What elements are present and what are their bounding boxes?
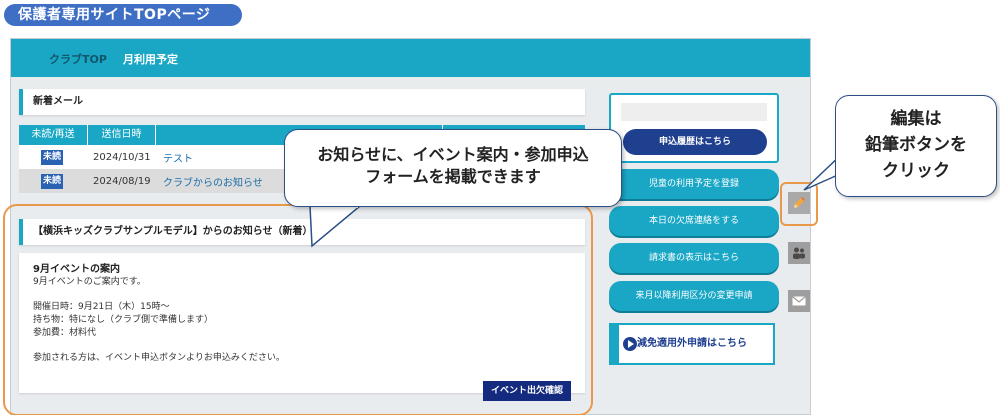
mail-subject-link[interactable]: テスト <box>163 150 193 165</box>
people-icon <box>793 247 805 259</box>
envelope-icon <box>792 296 806 306</box>
mail-section-title: 新着メール <box>19 89 585 115</box>
register-schedule-button[interactable]: 児童の利用予定を登録 <box>609 169 779 199</box>
notice-detail-items: 持ち物：特になし（クラブ側で準備します） <box>33 315 214 325</box>
side-panel-placeholder <box>621 103 767 121</box>
notice-intro: 9月イベントのご案内です。 <box>33 277 146 287</box>
callout-edit-line: 鉛筆ボタンを <box>865 135 967 155</box>
invoice-button[interactable]: 請求書の表示はこちら <box>609 243 779 273</box>
application-history-button[interactable]: 申込履歴はこちら <box>623 129 767 155</box>
notice-detail-fee: 参加費：材料代 <box>33 328 97 338</box>
col-date: 送信日時 <box>87 125 155 145</box>
members-button[interactable] <box>788 242 810 264</box>
mail-date: 2024/08/19 <box>93 175 151 187</box>
notice-closing: 参加される方は、イベント申込ボタンよりお申込みください。 <box>33 353 285 363</box>
mail-subject-link[interactable]: クラブからのお知らせ <box>163 174 263 189</box>
button-accent-bar <box>611 325 619 363</box>
event-attendance-button[interactable]: イベント出欠確認 <box>483 381 571 401</box>
notice-title: 9月イベントの案内 <box>33 264 120 275</box>
side-panel-card: 申込履歴はこちら <box>609 93 779 163</box>
callout-notice-line: お知らせに、イベント案内・参加申込 <box>317 145 589 164</box>
app-window: クラブTOP 月利用予定 新着メール 未読/再送 送信日時 未読 2024/10… <box>3 38 811 415</box>
unread-badge: 未読 <box>41 149 63 165</box>
unread-badge: 未読 <box>41 173 63 189</box>
nav-ribbon <box>11 77 810 85</box>
play-icon <box>623 337 637 351</box>
nav-monthly-plan[interactable]: 月利用予定 <box>123 51 178 67</box>
page-title: 保護者専用サイトTOPページ <box>4 4 242 26</box>
mail-button[interactable] <box>788 290 810 312</box>
notice-detail-datetime: 開催日時：9月21日（木）15時～ <box>33 302 170 312</box>
mail-date: 2024/10/31 <box>93 151 151 163</box>
callout-edit-line: 編集は <box>890 109 942 129</box>
reduction-exemption-button[interactable]: 減免適用外申請はこちら <box>609 323 775 365</box>
callout-notice-line: フォームを掲載できます <box>365 167 541 186</box>
callout-edit-line: クリック <box>882 161 950 181</box>
callout-edit: 編集は 鉛筆ボタンを クリック <box>835 95 997 197</box>
notice-body: 9月イベントの案内 9月イベントのご案内です。 開催日時：9月21日（木）15時… <box>19 253 585 401</box>
callout-tail <box>309 204 363 248</box>
reduction-button-label: 減免適用外申請はこちら <box>637 338 747 349</box>
col-status: 未読/再送 <box>31 129 75 140</box>
mail-section: 新着メール <box>19 89 585 115</box>
nav-club-top[interactable]: クラブTOP <box>49 51 107 67</box>
callout-notice: お知らせに、イベント案内・参加申込 フォームを掲載できます <box>284 129 622 207</box>
top-nav-bar: クラブTOP 月利用予定 <box>11 39 810 77</box>
category-change-button[interactable]: 来月以降利用区分の変更申請 <box>609 281 779 311</box>
absence-notice-button[interactable]: 本日の欠席連絡をする <box>609 206 779 236</box>
screen: 保護者専用サイトTOPページ クラブTOP 月利用予定 新着メール 未読/再送 … <box>0 0 1000 415</box>
